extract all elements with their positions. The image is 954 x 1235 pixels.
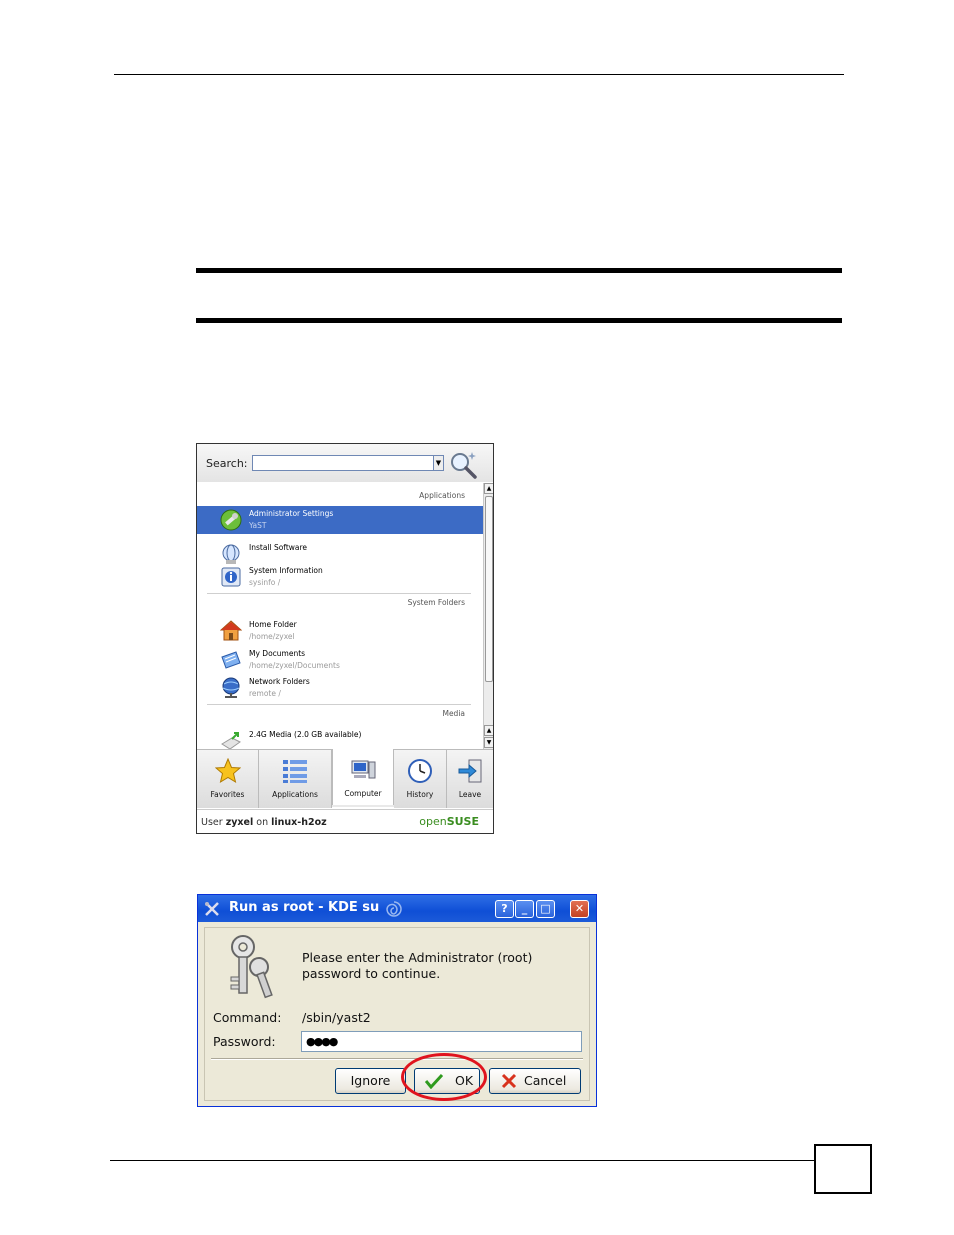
command-value: /sbin/yast2 xyxy=(302,1010,371,1025)
command-label: Command: xyxy=(213,1010,282,1025)
scroll-thumb[interactable] xyxy=(485,496,493,682)
page-number-box xyxy=(814,1144,872,1194)
tab-computer[interactable]: Computer xyxy=(332,749,394,805)
scroll-up-arrow-lower[interactable]: ▲ xyxy=(484,725,493,736)
prompt-text-line1: Please enter the Administrator (root) xyxy=(302,950,533,965)
menu-item-my-documents[interactable]: My Documents /home/zyxel/Documents xyxy=(197,646,483,674)
tab-history[interactable]: History xyxy=(394,750,447,808)
cancel-x-icon xyxy=(501,1073,517,1089)
password-input[interactable]: ●●●● xyxy=(301,1031,582,1052)
tab-label: Leave xyxy=(458,790,482,799)
section-divider xyxy=(207,593,471,594)
tab-label: Applications xyxy=(272,790,318,799)
menu-item-home-folder[interactable]: Home Folder /home/zyxel xyxy=(197,617,483,645)
search-label: Search: xyxy=(206,457,248,470)
menu-item-list: Applications Administrator Settings YaST… xyxy=(197,482,483,750)
host-name: linux-h2oz xyxy=(271,817,327,828)
list-scrollbar[interactable]: ▲ ▲ ▼ xyxy=(483,483,493,749)
item-subtitle: YaST xyxy=(249,521,267,530)
computer-icon xyxy=(351,760,376,779)
dialog-separator xyxy=(211,1058,583,1060)
cancel-button[interactable]: Cancel xyxy=(489,1068,581,1094)
menu-footer: User zyxel on linux-h2oz openSUSE xyxy=(197,809,493,833)
list-icon xyxy=(283,760,307,783)
system-info-icon xyxy=(221,567,241,587)
scroll-down-arrow[interactable]: ▼ xyxy=(484,737,493,748)
ok-highlight-circle xyxy=(401,1053,487,1101)
opensuse-logo: openSUSE xyxy=(419,815,479,828)
item-name: System Information xyxy=(249,566,323,575)
star-icon xyxy=(214,758,241,784)
dialog-body: Please enter the Administrator (root) pa… xyxy=(204,927,590,1101)
documents-icon xyxy=(221,651,241,669)
item-subtitle: remote / xyxy=(249,689,281,698)
item-name: Install Software xyxy=(249,543,308,552)
menu-tab-bar: Favorites Applications Computer History … xyxy=(197,749,493,808)
menu-item-network-folders[interactable]: Network Folders remote / xyxy=(197,674,483,702)
install-software-icon xyxy=(222,544,240,564)
search-bar: Search: ▼ xyxy=(197,444,493,482)
tools-icon xyxy=(205,902,219,916)
item-name: 2.4G Media (2.0 GB available) xyxy=(249,730,362,739)
password-label: Password: xyxy=(213,1034,276,1049)
scroll-up-arrow[interactable]: ▲ xyxy=(484,483,493,494)
cancel-label: Cancel xyxy=(524,1073,567,1088)
tab-leave[interactable]: Leave xyxy=(447,750,493,808)
user-info: User zyxel on linux-h2oz xyxy=(201,817,327,828)
keys-icon xyxy=(230,935,273,999)
ignore-button[interactable]: Ignore xyxy=(335,1068,406,1094)
dialog-titlebar[interactable]: Run as root - KDE su ? _ □ ✕ xyxy=(198,895,596,922)
prompt-text-line2: password to continue. xyxy=(302,966,441,981)
section-title-media: Media xyxy=(442,709,465,718)
section-title-system-folders: System Folders xyxy=(407,598,465,607)
close-button[interactable]: ✕ xyxy=(570,900,589,918)
search-input[interactable] xyxy=(252,455,434,471)
item-subtitle: /home/zyxel/Documents xyxy=(249,661,340,670)
user-name: zyxel xyxy=(225,817,254,828)
menu-item-system-information[interactable]: System Information sysinfo / xyxy=(197,563,483,591)
item-name: Network Folders xyxy=(249,677,310,686)
network-folder-icon xyxy=(222,677,240,698)
tab-label: History xyxy=(406,790,434,799)
item-subtitle: /home/zyxel xyxy=(249,632,295,641)
dialog-title: Run as root - KDE su xyxy=(229,900,380,915)
swirl-icon xyxy=(386,901,402,917)
tab-applications[interactable]: Applications xyxy=(259,750,332,808)
note-top-rule xyxy=(196,268,842,273)
tab-label: Computer xyxy=(344,789,382,798)
exit-icon xyxy=(458,759,482,783)
admin-settings-icon xyxy=(220,509,242,531)
clock-icon xyxy=(408,759,432,783)
item-name: Home Folder xyxy=(249,620,297,629)
item-subtitle: sysinfo / xyxy=(249,578,281,587)
search-dropdown-button[interactable]: ▼ xyxy=(433,455,444,471)
help-button[interactable]: ? xyxy=(495,900,514,918)
magnifier-icon[interactable] xyxy=(448,450,478,480)
menu-item-administrator-settings[interactable]: Administrator Settings YaST xyxy=(197,506,483,534)
footer-rule xyxy=(110,1160,815,1161)
maximize-button[interactable]: □ xyxy=(536,900,555,918)
tab-label: Favorites xyxy=(210,790,245,799)
header-rule xyxy=(114,74,844,75)
kde-su-dialog: Run as root - KDE su ? _ □ ✕ Please ente… xyxy=(197,894,597,1107)
item-name: My Documents xyxy=(249,649,306,658)
kde-launcher-menu: Search: ▼ Applications Administrator Set… xyxy=(196,443,494,834)
minimize-button[interactable]: _ xyxy=(515,900,534,918)
note-bottom-rule xyxy=(196,318,842,323)
home-folder-icon xyxy=(220,620,242,641)
tab-favorites[interactable]: Favorites xyxy=(197,750,259,808)
section-title-applications: Applications xyxy=(419,491,465,500)
section-divider xyxy=(207,704,471,705)
item-name: Administrator Settings xyxy=(249,509,334,518)
